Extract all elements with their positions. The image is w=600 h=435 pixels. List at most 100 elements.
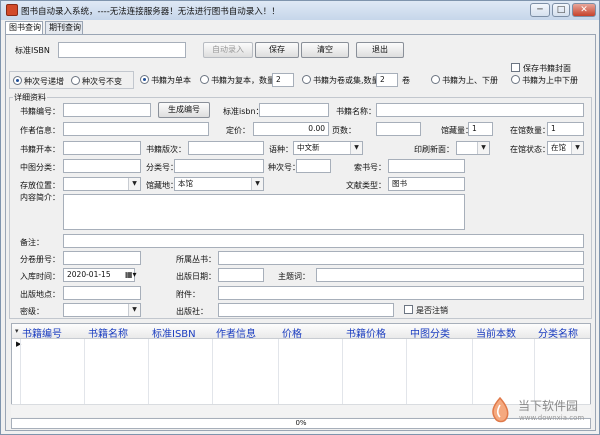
entry-date-value: 2020-01-15	[67, 270, 111, 279]
pub-place-input[interactable]	[63, 286, 141, 300]
doc-type-label: 文献类型：	[346, 181, 386, 190]
remark-input[interactable]	[63, 234, 584, 248]
pub-date-input[interactable]	[218, 268, 264, 282]
author-input[interactable]	[63, 122, 209, 136]
app-window: 图书自动录入系统，----无法连接服务器！无法进行图书自动录入！！ ─ □ ✕ …	[0, 0, 600, 435]
details-group-label: 详细资料	[13, 92, 47, 103]
book-name-input[interactable]	[376, 103, 584, 117]
volume-no-label: 分卷册号：	[20, 255, 60, 264]
series-input[interactable]	[218, 251, 584, 265]
chevron-down-icon: ▼	[251, 178, 263, 190]
tab-book-query[interactable]: 图书查询	[5, 21, 43, 35]
cancelled-checkbox[interactable]	[404, 305, 413, 314]
subject-input[interactable]	[316, 268, 584, 282]
secret-label: 密级：	[20, 307, 44, 316]
constant-radio[interactable]	[71, 76, 80, 85]
grid-header: ▾ 书籍编号 书籍名称 标准ISBN 作者信息 价格 书籍价格 中图分类 当前本…	[12, 324, 590, 340]
save-button[interactable]: 保存	[255, 42, 299, 58]
format-label: 书籍开本：	[20, 145, 60, 154]
column-header[interactable]: 中图分类	[410, 325, 450, 340]
collection-select[interactable]: 本馆 ▼	[174, 177, 264, 191]
pub-date-label: 出版日期：	[176, 272, 216, 281]
book-code-label: 书籍编号：	[20, 107, 60, 116]
print-label: 印刷新面：	[414, 145, 454, 154]
exit-button[interactable]: 退出	[356, 42, 404, 58]
attachment-label: 附件：	[176, 290, 200, 299]
generate-code-button[interactable]: 生成编号	[158, 102, 210, 118]
volumes-unit: 卷	[402, 76, 410, 85]
copies-label: 书籍为复本，数量	[211, 76, 275, 85]
minimize-button[interactable]: ─	[530, 3, 550, 17]
auto-entry-button[interactable]: 自动录入	[203, 42, 253, 58]
publisher-input[interactable]	[218, 303, 394, 317]
summary-label: 内容简介：	[20, 193, 60, 202]
location-label: 存放位置：	[20, 181, 60, 190]
species-input[interactable]	[296, 159, 331, 173]
stock-input[interactable]: 1	[468, 122, 493, 136]
column-header[interactable]: 书籍编号	[22, 325, 62, 340]
up-mid-down-radio[interactable]	[511, 75, 520, 84]
location-select[interactable]: ▼	[63, 177, 141, 191]
status-label: 在馆状态：	[510, 145, 550, 154]
status-value: 在馆	[551, 143, 566, 152]
isbn-input[interactable]	[58, 42, 186, 58]
remark-label: 备注：	[20, 238, 44, 247]
print-select[interactable]: ▼	[456, 141, 490, 155]
column-header[interactable]: 分类名称	[538, 325, 578, 340]
volumes-label: 书籍为卷或集,数量	[313, 76, 380, 85]
language-value: 中文新	[297, 143, 320, 152]
price-input[interactable]: 0.00	[253, 122, 329, 136]
copies-radio[interactable]	[200, 75, 209, 84]
series-label: 所属丛书：	[176, 255, 216, 264]
language-select[interactable]: 中文新 ▼	[293, 141, 363, 155]
volume-no-input[interactable]	[63, 251, 141, 265]
category-input[interactable]	[174, 159, 264, 173]
up-down-radio[interactable]	[431, 75, 440, 84]
call-number-input[interactable]	[388, 159, 465, 173]
column-header[interactable]: 书籍名称	[88, 325, 128, 340]
column-header[interactable]: 当前本数	[476, 325, 516, 340]
volumes-count-input[interactable]: 2	[376, 73, 398, 87]
volumes-radio[interactable]	[302, 75, 311, 84]
edition-label: 书籍版次：	[146, 145, 186, 154]
save-cover-checkbox[interactable]	[511, 63, 520, 72]
tab-journal-query[interactable]: 期刊查询	[45, 21, 83, 35]
watermark-logo-icon	[492, 396, 509, 423]
column-header[interactable]: 书籍价格	[346, 325, 386, 340]
status-select[interactable]: 在馆 ▼	[547, 141, 584, 155]
secret-select[interactable]: ▼	[63, 303, 141, 317]
window-title: 图书自动录入系统，----无法连接服务器！无法进行图书自动录入！！	[21, 7, 280, 17]
column-header[interactable]: 作者信息	[216, 325, 256, 340]
close-button[interactable]: ✕	[572, 3, 596, 17]
subject-label: 主题词：	[278, 272, 310, 281]
call-number-label: 索书号：	[354, 163, 386, 172]
increment-radio[interactable]	[13, 76, 22, 85]
column-header[interactable]: 价格	[282, 325, 302, 340]
clear-button[interactable]: 清空	[301, 42, 349, 58]
chevron-down-icon: ▼	[128, 304, 140, 316]
author-label: 作者信息：	[20, 126, 60, 135]
single-label: 书籍为单本	[151, 76, 191, 85]
pub-place-label: 出版地点：	[20, 290, 60, 299]
maximize-button[interactable]: □	[552, 3, 570, 17]
attachment-input[interactable]	[218, 286, 584, 300]
sort-arrow-icon: ▾	[15, 327, 19, 335]
language-label: 语种：	[269, 145, 293, 154]
doc-type-input[interactable]: 图书	[388, 177, 465, 191]
pages-input[interactable]	[376, 122, 421, 136]
isbn-detail-input[interactable]	[259, 103, 329, 117]
chevron-down-icon: ▼	[477, 142, 489, 154]
watermark-brand: 当下软件园	[518, 399, 579, 413]
copies-count-input[interactable]: 2	[272, 73, 294, 87]
title-bar: 图书自动录入系统，----无法连接服务器！无法进行图书自动录入！！ ─ □ ✕	[1, 1, 599, 20]
edition-input[interactable]	[188, 141, 264, 155]
summary-textarea[interactable]	[63, 194, 465, 230]
app-logo-icon	[6, 4, 18, 16]
clc-input[interactable]	[63, 159, 141, 173]
book-code-input[interactable]	[63, 103, 151, 117]
format-input[interactable]	[63, 141, 141, 155]
column-header[interactable]: 标准ISBN	[152, 325, 196, 340]
onshelf-input[interactable]: 1	[547, 122, 584, 136]
single-radio[interactable]	[140, 75, 149, 84]
calendar-icon[interactable]: ▦▾	[125, 270, 137, 279]
